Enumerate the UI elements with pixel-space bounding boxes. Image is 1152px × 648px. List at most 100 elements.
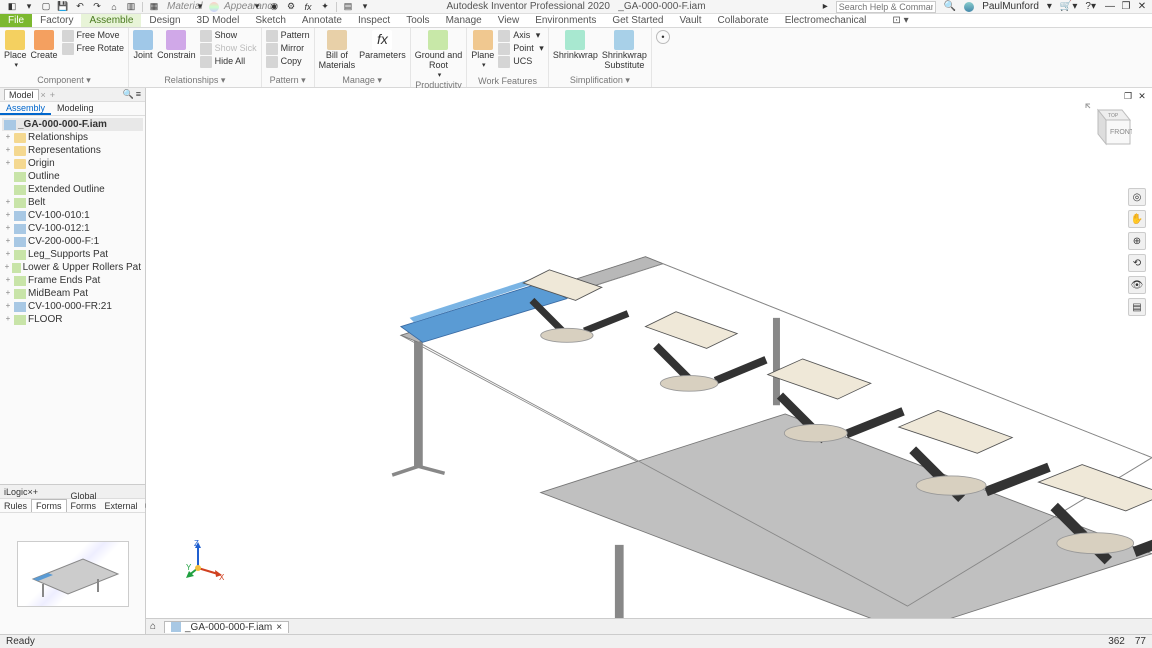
bom-button[interactable]: Bill of Materials xyxy=(319,30,356,71)
open-icon[interactable]: ▢ xyxy=(38,1,54,13)
ilogic-tab-rules[interactable]: Rules xyxy=(0,500,31,512)
home-icon[interactable]: ⌂ xyxy=(106,1,122,13)
shrinkwrap-sub-button[interactable]: Shrinkwrap Substitute xyxy=(602,30,647,71)
tree-item[interactable]: +Representations xyxy=(2,144,143,157)
tree-item[interactable]: +Lower & Upper Rollers Pat xyxy=(2,261,143,274)
ilogic-tab-external[interactable]: External xyxy=(101,500,142,512)
viewcube[interactable]: FRONT TOP xyxy=(1084,102,1132,150)
tab-inspect[interactable]: Inspect xyxy=(350,14,398,27)
hide-all-button[interactable]: Hide All xyxy=(200,56,257,68)
tab-design[interactable]: Design xyxy=(141,14,188,27)
create-button[interactable]: Create xyxy=(31,30,58,61)
axis-button[interactable]: Axis ▾ xyxy=(498,30,544,42)
material-dropdown[interactable]: Material xyxy=(163,1,191,12)
shrinkwrap-button[interactable]: Shrinkwrap xyxy=(553,30,598,61)
tab-factory[interactable]: Factory xyxy=(32,14,81,27)
constrain-button[interactable]: Constrain xyxy=(157,30,196,61)
free-rotate-button[interactable]: Free Rotate xyxy=(62,43,125,55)
tab-tools[interactable]: Tools xyxy=(398,14,437,27)
tree-item[interactable]: Outline xyxy=(2,170,143,183)
close-icon[interactable]: ✕ xyxy=(1136,1,1148,13)
tree-item[interactable]: +CV-100-012:1 xyxy=(2,222,143,235)
tab-vault[interactable]: Vault xyxy=(671,14,709,27)
tab-view[interactable]: View xyxy=(490,14,528,27)
user-name[interactable]: PaulMunford xyxy=(982,1,1039,12)
ribbon-finish-icon[interactable]: • xyxy=(656,30,670,44)
close-tab-icon[interactable]: × xyxy=(276,622,282,633)
qat-icon[interactable]: ⚙ xyxy=(283,1,299,13)
user-dropdown-icon[interactable]: ▾ xyxy=(1047,1,1052,12)
subtab-assembly[interactable]: Assembly xyxy=(0,102,51,115)
tree-item[interactable]: +Origin xyxy=(2,157,143,170)
search-input[interactable] xyxy=(836,1,936,13)
ribbon-group-label[interactable]: Component ▾ xyxy=(4,74,124,87)
restore-icon[interactable]: ❐ xyxy=(1120,1,1132,13)
dropdown-icon[interactable]: ▾ xyxy=(249,1,265,13)
save-icon[interactable]: 💾 xyxy=(55,1,71,13)
point-button[interactable]: Point ▾ xyxy=(498,43,544,55)
menu-icon[interactable]: ≡ xyxy=(136,89,141,100)
viewport-close-icon[interactable]: ✕ xyxy=(1136,90,1148,102)
nav-wheel-icon[interactable]: ◎ xyxy=(1128,188,1146,206)
qat-icon[interactable]: ▥ xyxy=(123,1,139,13)
subtab-modeling[interactable]: Modeling xyxy=(51,102,100,115)
tree-item[interactable]: +Frame Ends Pat xyxy=(2,274,143,287)
user-avatar-icon[interactable] xyxy=(964,2,974,12)
plane-button[interactable]: Plane▾ xyxy=(471,30,494,70)
qat-icon[interactable]: ✦ xyxy=(317,1,333,13)
joint-button[interactable]: Joint xyxy=(133,30,153,61)
ribbon-group-label[interactable]: Simplification ▾ xyxy=(553,74,647,87)
qat-icon[interactable]: ▦ xyxy=(146,1,162,13)
place-button[interactable]: Place▾ xyxy=(4,30,27,70)
home-tab-icon[interactable]: ⌂ xyxy=(150,621,164,632)
tree-item[interactable]: +MidBeam Pat xyxy=(2,287,143,300)
tab-getstarted[interactable]: Get Started xyxy=(604,14,671,27)
tab-file[interactable]: File xyxy=(0,14,32,27)
new-icon[interactable]: ▾ xyxy=(21,1,37,13)
free-move-button[interactable]: Free Move xyxy=(62,30,125,42)
viewport-restore-icon[interactable]: ❐ xyxy=(1122,90,1134,102)
help-icon[interactable]: ?▾ xyxy=(1085,1,1096,12)
tab-collaborate[interactable]: Collaborate xyxy=(710,14,777,27)
tree-item[interactable]: +CV-200-000-F:1 xyxy=(2,235,143,248)
close-tab-icon[interactable]: × xyxy=(41,90,46,100)
copy-button[interactable]: Copy xyxy=(266,56,310,68)
parameters-button[interactable]: fxParameters xyxy=(359,30,406,61)
ground-button[interactable]: Ground and Root▾ xyxy=(415,30,463,79)
minimize-icon[interactable]: — xyxy=(1104,1,1116,13)
search-icon[interactable]: 🔍 xyxy=(123,89,134,100)
tree-item[interactable]: +Belt xyxy=(2,196,143,209)
ilogic-tab[interactable]: iLogic xyxy=(4,487,28,497)
show-sick-button[interactable]: Show Sick xyxy=(200,43,257,55)
tree-item[interactable]: +Leg_Supports Pat xyxy=(2,248,143,261)
ilogic-tab-forms[interactable]: Forms xyxy=(31,499,67,512)
app-menu-icon[interactable]: ◧ xyxy=(4,1,20,13)
tab-3dmodel[interactable]: 3D Model xyxy=(189,14,248,27)
tree-item[interactable]: Extended Outline xyxy=(2,183,143,196)
tree-item[interactable]: +CV-100-010:1 xyxy=(2,209,143,222)
ribbon-group-label[interactable]: Pattern ▾ xyxy=(266,74,310,87)
ilogic-tab-global[interactable]: Global Forms xyxy=(67,490,101,512)
appearance-swatch-icon[interactable] xyxy=(209,2,219,12)
add-tab-icon[interactable]: + xyxy=(33,487,38,497)
add-tab-icon[interactable]: + xyxy=(50,90,55,100)
qat-more-icon[interactable]: ▾ xyxy=(357,1,373,13)
fx-icon[interactable]: fx xyxy=(300,1,316,13)
appearance-dropdown[interactable]: Appearance xyxy=(220,1,248,12)
tree-item[interactable]: +CV-100-000-FR:21 xyxy=(2,300,143,313)
ucs-button[interactable]: UCS xyxy=(498,56,544,68)
search-submit-icon[interactable]: 🔍 xyxy=(944,1,956,12)
tab-electromechanical[interactable]: Electromechanical xyxy=(777,14,875,27)
dropdown-icon[interactable]: ▾ xyxy=(192,1,208,13)
tree-item[interactable]: +FLOOR xyxy=(2,313,143,326)
cart-icon[interactable]: 🛒▾ xyxy=(1060,1,1077,12)
document-tab[interactable]: _GA-000-000-F.iam × xyxy=(164,621,289,633)
nav-pan-icon[interactable]: ✋ xyxy=(1128,210,1146,228)
pattern-button[interactable]: Pattern xyxy=(266,30,310,42)
tab-sketch[interactable]: Sketch xyxy=(247,14,294,27)
mirror-button[interactable]: Mirror xyxy=(266,43,310,55)
tab-manage[interactable]: Manage xyxy=(438,14,490,27)
tab-assemble[interactable]: Assemble xyxy=(81,14,141,27)
tab-annotate[interactable]: Annotate xyxy=(294,14,350,27)
redo-icon[interactable]: ↷ xyxy=(89,1,105,13)
